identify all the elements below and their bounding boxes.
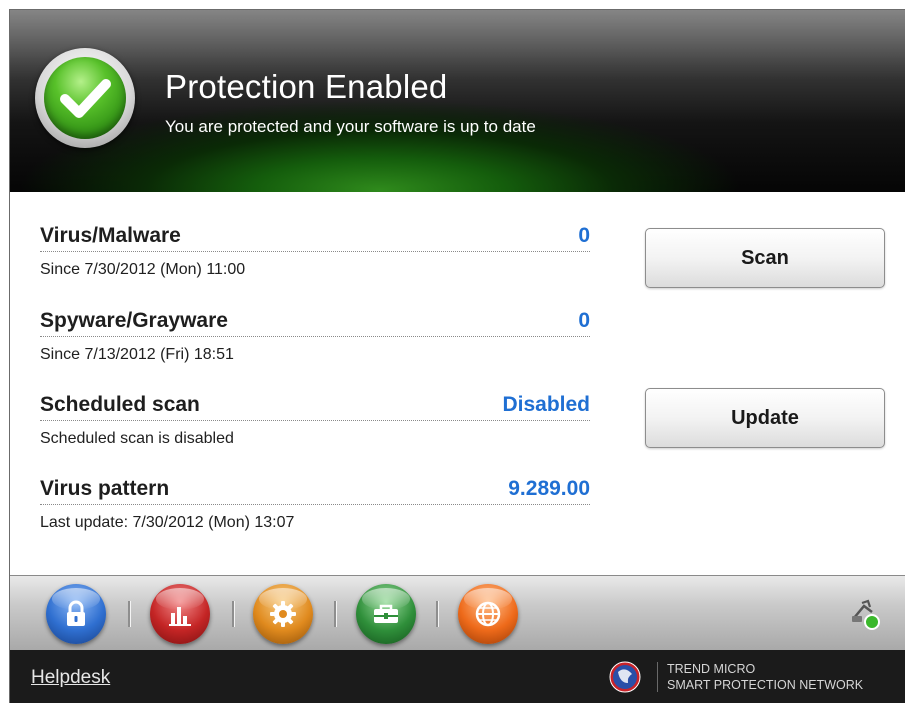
toolbar-separator [436, 601, 438, 627]
status-title: Protection Enabled [165, 68, 448, 105]
scan-button[interactable]: Scan [645, 228, 885, 288]
stat-row: Spyware/Grayware 0 [40, 307, 590, 337]
stat-subtext: Since 7/30/2012 (Mon) 11:00 [40, 261, 246, 278]
toolbox-glyph-icon [374, 604, 398, 623]
brand-text: TREND MICRO SMART PROTECTION NETWORK [667, 661, 863, 693]
status-header: Protection Enabled You are protected and… [10, 10, 905, 192]
stat-row: Scheduled scan Disabled [40, 391, 590, 421]
trend-micro-logo-icon [609, 661, 641, 693]
stat-value[interactable]: 0 [578, 309, 590, 333]
stat-row: Virus pattern 9.289.00 [40, 475, 590, 505]
globe-icon[interactable] [458, 584, 518, 644]
stat-label: Spyware/Grayware [40, 309, 228, 332]
brand-name: TREND MICRO [667, 662, 756, 676]
stat-value[interactable]: Disabled [502, 393, 590, 417]
gear-icon[interactable] [253, 584, 313, 644]
stat-spyware-grayware: Spyware/Grayware 0 Since 7/13/2012 (Fri)… [40, 307, 590, 364]
stat-virus-pattern: Virus pattern 9.289.00 Last update: 7/30… [40, 475, 590, 532]
status-subtitle: You are protected and your software is u… [165, 117, 536, 136]
checkmark-icon [35, 48, 135, 148]
stat-label: Virus/Malware [40, 224, 181, 247]
gear-glyph-icon [270, 601, 296, 627]
update-button[interactable]: Update [645, 388, 885, 448]
toolbox-icon[interactable] [356, 584, 416, 644]
lock-icon[interactable] [46, 584, 106, 644]
checkmark-glyph-icon [60, 79, 111, 118]
stat-scheduled-scan: Scheduled scan Disabled Scheduled scan i… [40, 391, 590, 448]
helpdesk-link[interactable]: Helpdesk [31, 667, 110, 689]
stat-label: Scheduled scan [40, 393, 200, 416]
header-gloss [10, 10, 905, 80]
stat-virus-malware: Virus/Malware 0 Since 7/30/2012 (Mon) 11… [40, 222, 590, 279]
stat-value[interactable]: 0 [578, 224, 590, 248]
stat-row: Virus/Malware 0 [40, 222, 590, 252]
stat-value[interactable]: 9.289.00 [508, 477, 590, 501]
brand-divider [657, 662, 658, 692]
chart-glyph-icon [169, 607, 191, 626]
stat-subtext: Since 7/13/2012 (Fri) 18:51 [40, 346, 234, 363]
network-connected-icon[interactable] [848, 596, 884, 632]
toolbar-separator [232, 601, 234, 627]
globe-glyph-icon [475, 601, 501, 627]
bar-chart-icon[interactable] [150, 584, 210, 644]
bottom-toolbar [10, 575, 905, 650]
lock-glyph-icon [67, 600, 85, 626]
footer-bar: Helpdesk TREND MICRO SMART PROTECTION NE… [10, 650, 905, 703]
toolbar-separator [128, 601, 130, 627]
stat-subtext: Scheduled scan is disabled [40, 430, 234, 447]
brand-network: SMART PROTECTION NETWORK [667, 678, 864, 692]
app-window: Protection Enabled You are protected and… [9, 9, 905, 703]
stat-subtext: Last update: 7/30/2012 (Mon) 13:07 [40, 514, 295, 531]
toolbar-separator [334, 601, 336, 627]
stat-label: Virus pattern [40, 477, 170, 500]
